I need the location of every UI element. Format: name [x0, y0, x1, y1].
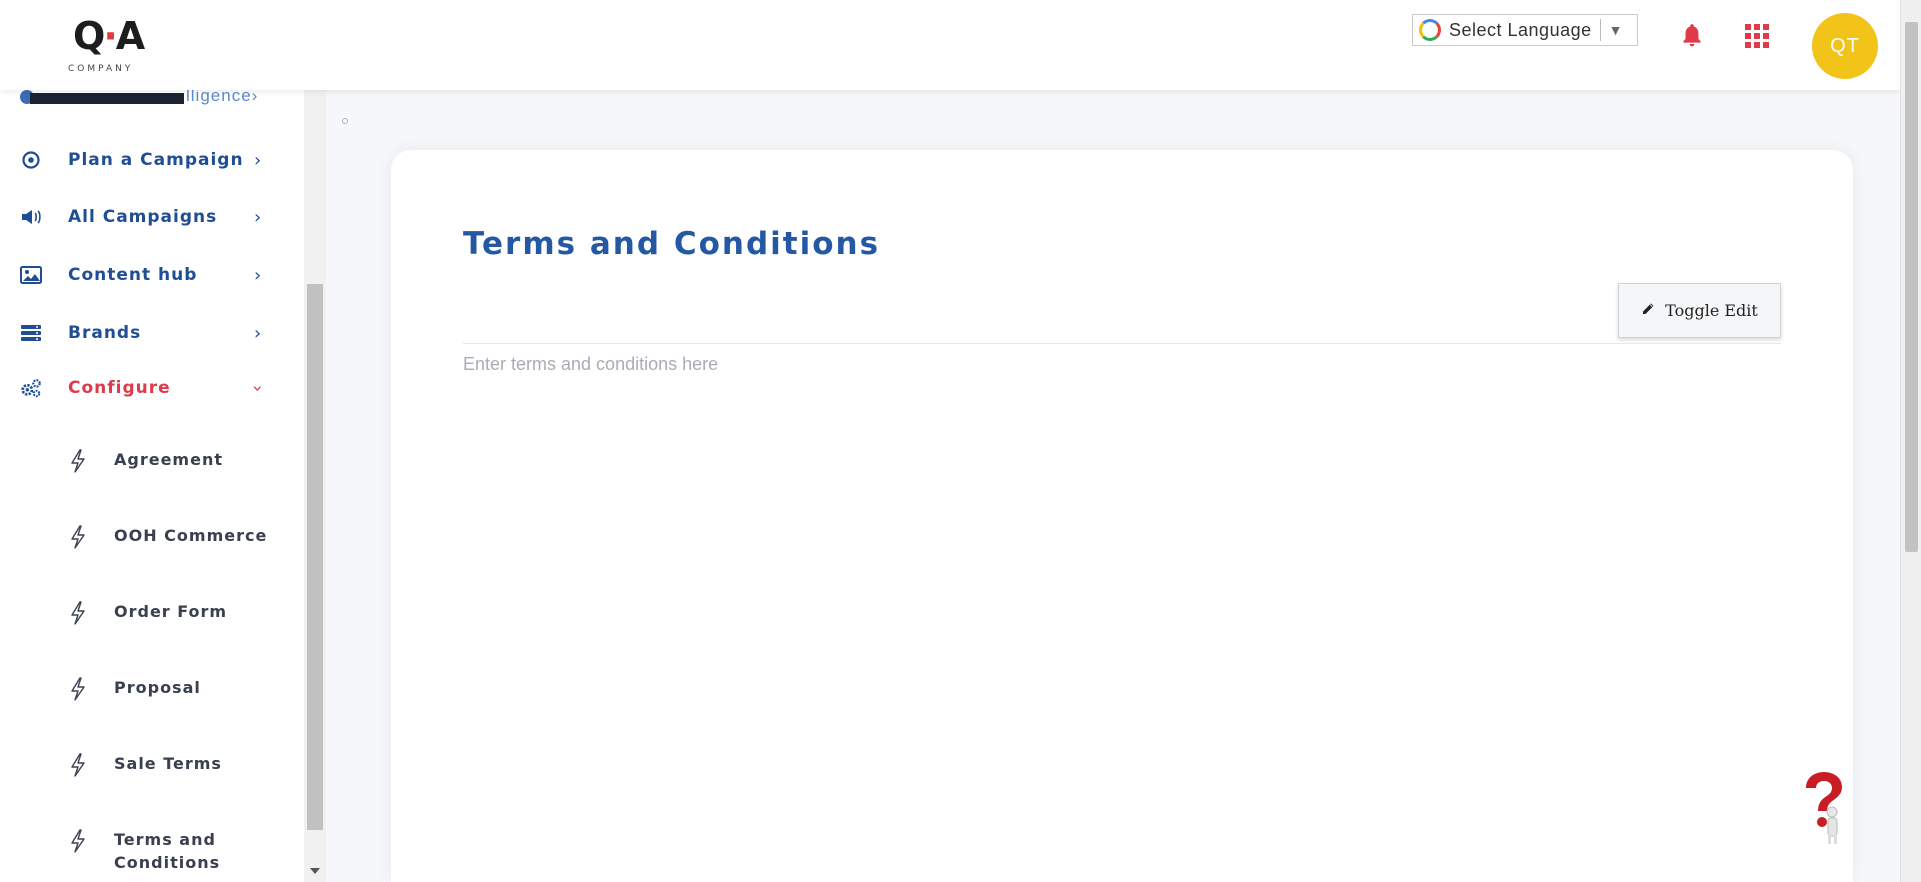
sidebar-item-content-hub[interactable]: Content hub ›: [0, 255, 304, 295]
user-avatar[interactable]: QT: [1812, 13, 1878, 79]
megaphone-icon: [20, 206, 42, 228]
page-title: Terms and Conditions: [463, 226, 881, 262]
sidebar-scrollbar-thumb[interactable]: [307, 284, 323, 830]
sidebar-scrollbar[interactable]: [304, 90, 326, 882]
stack-icon: [20, 322, 42, 344]
language-select[interactable]: Select Language ▼: [1412, 14, 1638, 46]
sidebar-item-label: Plan a Campaign: [68, 150, 244, 170]
sidebar: lligence› Plan a Campaign › All Campaign…: [0, 86, 304, 882]
sidebar-subitem-terms-and-conditions[interactable]: Terms and Conditions: [0, 818, 304, 878]
chevron-right-icon: ›: [254, 149, 262, 171]
bolt-icon: [71, 525, 85, 549]
sidebar-item-label: Content hub: [68, 265, 198, 285]
chevron-right-icon: ›: [254, 264, 262, 286]
chevron-right-icon: ›: [254, 322, 262, 344]
language-divider: [1599, 19, 1601, 41]
toggle-edit-button[interactable]: Toggle Edit: [1618, 283, 1781, 338]
chevron-down-icon: ›: [247, 384, 269, 392]
pencil-icon: [1641, 302, 1655, 320]
gears-icon: [20, 377, 42, 399]
top-header: Q·A COMPANY Select Language ▼ QT: [0, 0, 1900, 90]
terms-editor[interactable]: Enter terms and conditions here: [463, 354, 718, 375]
sidebar-item-label: Brands: [68, 323, 142, 343]
company-logo[interactable]: Q·A COMPANY: [40, 10, 180, 78]
notification-bell-icon[interactable]: [1679, 22, 1705, 50]
chevron-right-icon: ›: [254, 206, 262, 228]
help-question-icon[interactable]: [1796, 770, 1846, 846]
sidebar-item-brands[interactable]: Brands ›: [0, 313, 304, 353]
apps-grid-icon[interactable]: [1745, 24, 1769, 48]
target-icon: [20, 149, 42, 171]
google-icon: [1419, 19, 1441, 41]
bolt-icon: [71, 753, 85, 777]
toggle-edit-label: Toggle Edit: [1665, 301, 1758, 320]
logo-subtext: COMPANY: [68, 64, 134, 74]
sidebar-subitem-label: Terms and Conditions: [114, 830, 221, 872]
sidebar-subitem-label: Agreement: [114, 450, 223, 469]
image-icon: [20, 264, 42, 286]
sidebar-item-configure[interactable]: Configure ›: [0, 368, 304, 408]
editor-divider: [463, 343, 1781, 344]
sidebar-item-label: All Campaigns: [68, 207, 218, 227]
bolt-icon: [71, 829, 85, 853]
sidebar-subitem-agreement[interactable]: Agreement: [0, 438, 304, 482]
breadcrumb-dot: [342, 118, 348, 124]
sidebar-item-all-campaigns[interactable]: All Campaigns ›: [0, 197, 304, 237]
sidebar-subitem-sale-terms[interactable]: Sale Terms: [0, 742, 304, 786]
content-card: Terms and Conditions Toggle Edit Enter t…: [391, 150, 1853, 882]
bolt-icon: [71, 677, 85, 701]
sidebar-subitem-label: Order Form: [114, 602, 228, 621]
language-select-label: Select Language: [1449, 19, 1592, 40]
sidebar-item-label: Configure: [68, 378, 171, 398]
sidebar-subitem-proposal[interactable]: Proposal: [0, 666, 304, 710]
scroll-down-arrow-icon[interactable]: [310, 868, 320, 874]
sidebar-subitem-order-form[interactable]: Order Form: [0, 590, 304, 634]
sidebar-item-plan-a-campaign[interactable]: Plan a Campaign ›: [0, 140, 304, 180]
sidebar-subitem-label: Proposal: [114, 678, 201, 697]
sidebar-banner-image: [30, 93, 184, 104]
page-scrollbar[interactable]: [1900, 0, 1921, 882]
sidebar-subitem-label: Sale Terms: [114, 754, 222, 773]
sidebar-subitem-ooh-commerce[interactable]: OOH Commerce: [0, 514, 304, 558]
chevron-down-icon: ▼: [1608, 22, 1623, 38]
sidebar-subitem-label: OOH Commerce: [114, 526, 268, 545]
bolt-icon: [71, 449, 85, 473]
sidebar-item-intelligence[interactable]: lligence›: [20, 86, 270, 110]
logo-mark: Q·A: [73, 14, 145, 58]
bolt-icon: [71, 601, 85, 625]
page-scrollbar-thumb[interactable]: [1905, 22, 1918, 552]
